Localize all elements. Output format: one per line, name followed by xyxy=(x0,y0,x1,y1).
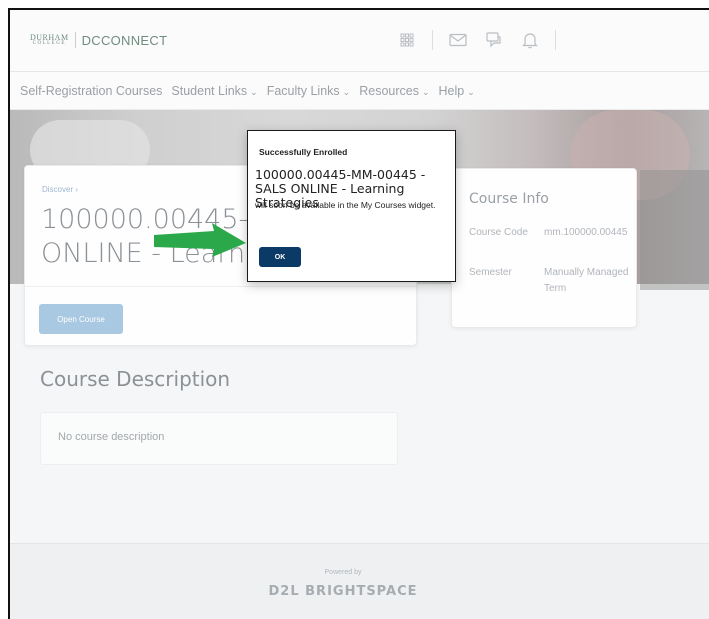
nav-student-links[interactable]: Student Links ⌄ xyxy=(171,84,257,98)
nav-label: Help xyxy=(438,83,465,98)
semester-label: Semester xyxy=(469,267,512,278)
chevron-down-icon: ⌄ xyxy=(467,86,475,97)
course-info-card: Course Info Course Code mm.100000.00445 … xyxy=(451,168,637,328)
nav-self-registration[interactable]: Self-Registration Courses xyxy=(20,84,162,98)
durham-dcconnect-logo[interactable]: DURHAM COLLEGE DCCONNECT xyxy=(30,32,167,48)
nav-label: Faculty Links xyxy=(266,83,340,98)
nav-resources[interactable]: Resources ⌄ xyxy=(359,84,429,98)
nav-label: Resources xyxy=(359,83,419,98)
toolbar-divider xyxy=(432,30,433,50)
breadcrumb[interactable]: Discover › xyxy=(42,185,78,194)
course-info-title: Course Info xyxy=(469,191,549,207)
nav-label: Self-Registration Courses xyxy=(20,83,163,98)
course-description-box: No course description xyxy=(40,412,398,465)
nav-faculty-links[interactable]: Faculty Links ⌄ xyxy=(267,84,351,98)
logo-divider xyxy=(74,32,76,48)
toolbar-divider xyxy=(555,30,556,50)
mail-icon[interactable] xyxy=(447,29,469,51)
grid-icon[interactable] xyxy=(396,29,418,51)
main-navigation: Self-Registration Courses Student Links ⌄… xyxy=(10,72,709,110)
top-header: DURHAM COLLEGE DCCONNECT xyxy=(10,10,709,72)
course-code-value: mm.100000.00445 xyxy=(544,227,628,238)
logo-product-text: DCCONNECT xyxy=(81,32,168,48)
dialog-title: Successfully Enrolled xyxy=(259,147,348,157)
chevron-down-icon: ⌄ xyxy=(250,86,258,97)
logo-top-text: DURHAM xyxy=(30,32,69,42)
course-code-label: Course Code xyxy=(469,227,528,238)
header-toolbar xyxy=(396,29,570,51)
course-description-text: No course description xyxy=(58,431,165,443)
chat-icon[interactable] xyxy=(483,29,505,51)
chevron-down-icon: ⌄ xyxy=(342,86,351,97)
nav-label: Student Links xyxy=(171,83,248,98)
ok-button[interactable]: OK xyxy=(259,247,301,267)
logo-bottom-text: COLLEGE xyxy=(32,40,66,46)
chevron-down-icon: ⌄ xyxy=(421,86,430,97)
open-course-button[interactable]: Open Course xyxy=(39,304,123,334)
powered-by-text: Powered by xyxy=(324,569,362,576)
dialog-message: will soon be available in the My Courses… xyxy=(255,200,436,210)
green-arrow-icon xyxy=(154,223,246,257)
banner-shape xyxy=(640,170,709,290)
course-description-heading: Course Description xyxy=(40,367,231,391)
durham-college-wordmark: DURHAM COLLEGE xyxy=(30,32,69,47)
page-footer: Powered by D2L BRIGHTSPACE xyxy=(10,543,709,619)
nav-help[interactable]: Help ⌄ xyxy=(439,84,475,98)
enrollment-dialog: Successfully Enrolled 100000.00445-MM-00… xyxy=(247,130,456,282)
brightspace-logo: D2L BRIGHTSPACE xyxy=(268,584,418,599)
bell-icon[interactable] xyxy=(519,29,541,51)
browser-page: DURHAM COLLEGE DCCONNECT Self-Registrati… xyxy=(8,8,709,619)
semester-value: Manually Managed Term xyxy=(544,267,629,294)
card-divider xyxy=(25,286,416,287)
